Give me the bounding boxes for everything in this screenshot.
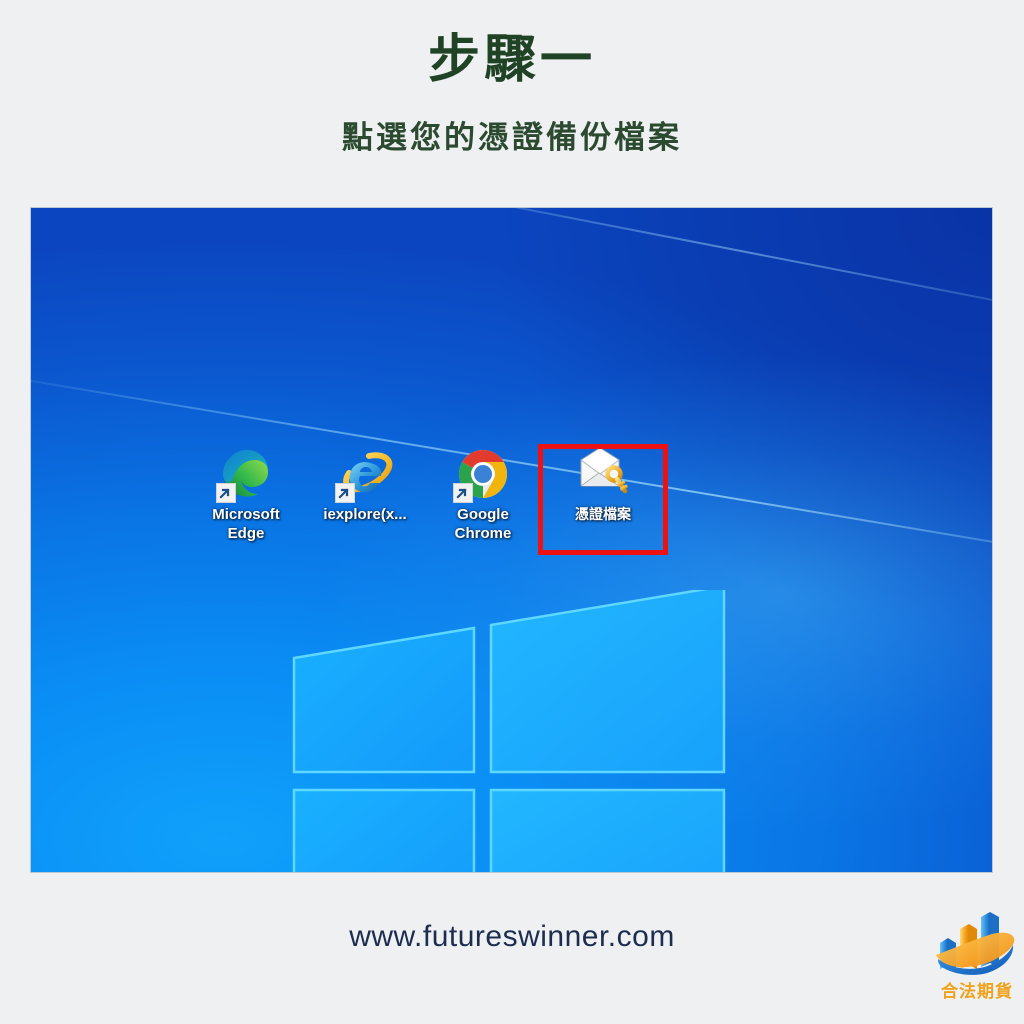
- shortcut-arrow-badge-icon: [216, 483, 236, 503]
- page-subtitle: 點選您的憑證備份檔案: [342, 120, 682, 156]
- desktop-icon-certificate-file[interactable]: 憑證檔案: [551, 446, 655, 524]
- desktop-icon-label: 憑證檔案: [575, 506, 631, 522]
- desktop-icon-microsoft-edge[interactable]: Microsoft Edge: [194, 446, 298, 544]
- envelope-key-icon: [575, 446, 631, 502]
- desktop-icon-google-chrome[interactable]: Google Chrome: [431, 446, 535, 544]
- chrome-icon: [453, 446, 511, 503]
- shortcut-arrow-badge-icon: [453, 483, 473, 503]
- website-url: www.futureswinner.com: [349, 920, 675, 953]
- desktop-screenshot: Microsoft Edge iexplore(x... Google Chro…: [31, 208, 992, 872]
- brand-name: 合法期貨: [941, 982, 1013, 1002]
- desktop-icon-internet-explorer[interactable]: iexplore(x...: [313, 446, 417, 525]
- brand-logo: 合法期貨: [930, 903, 1024, 1011]
- edge-icon: [216, 446, 274, 503]
- desktop-icon-label: iexplore(x...: [323, 506, 407, 523]
- bar-chart-swoosh-logo-icon: [936, 912, 1015, 975]
- page-title: 步驟一: [427, 29, 596, 90]
- windows-logo-icon: [286, 590, 806, 872]
- desktop-icon-label: Google Chrome: [454, 506, 512, 542]
- shortcut-arrow-badge-icon: [335, 483, 355, 503]
- internet-explorer-icon: [335, 446, 393, 503]
- desktop-icon-label: Microsoft Edge: [212, 506, 280, 542]
